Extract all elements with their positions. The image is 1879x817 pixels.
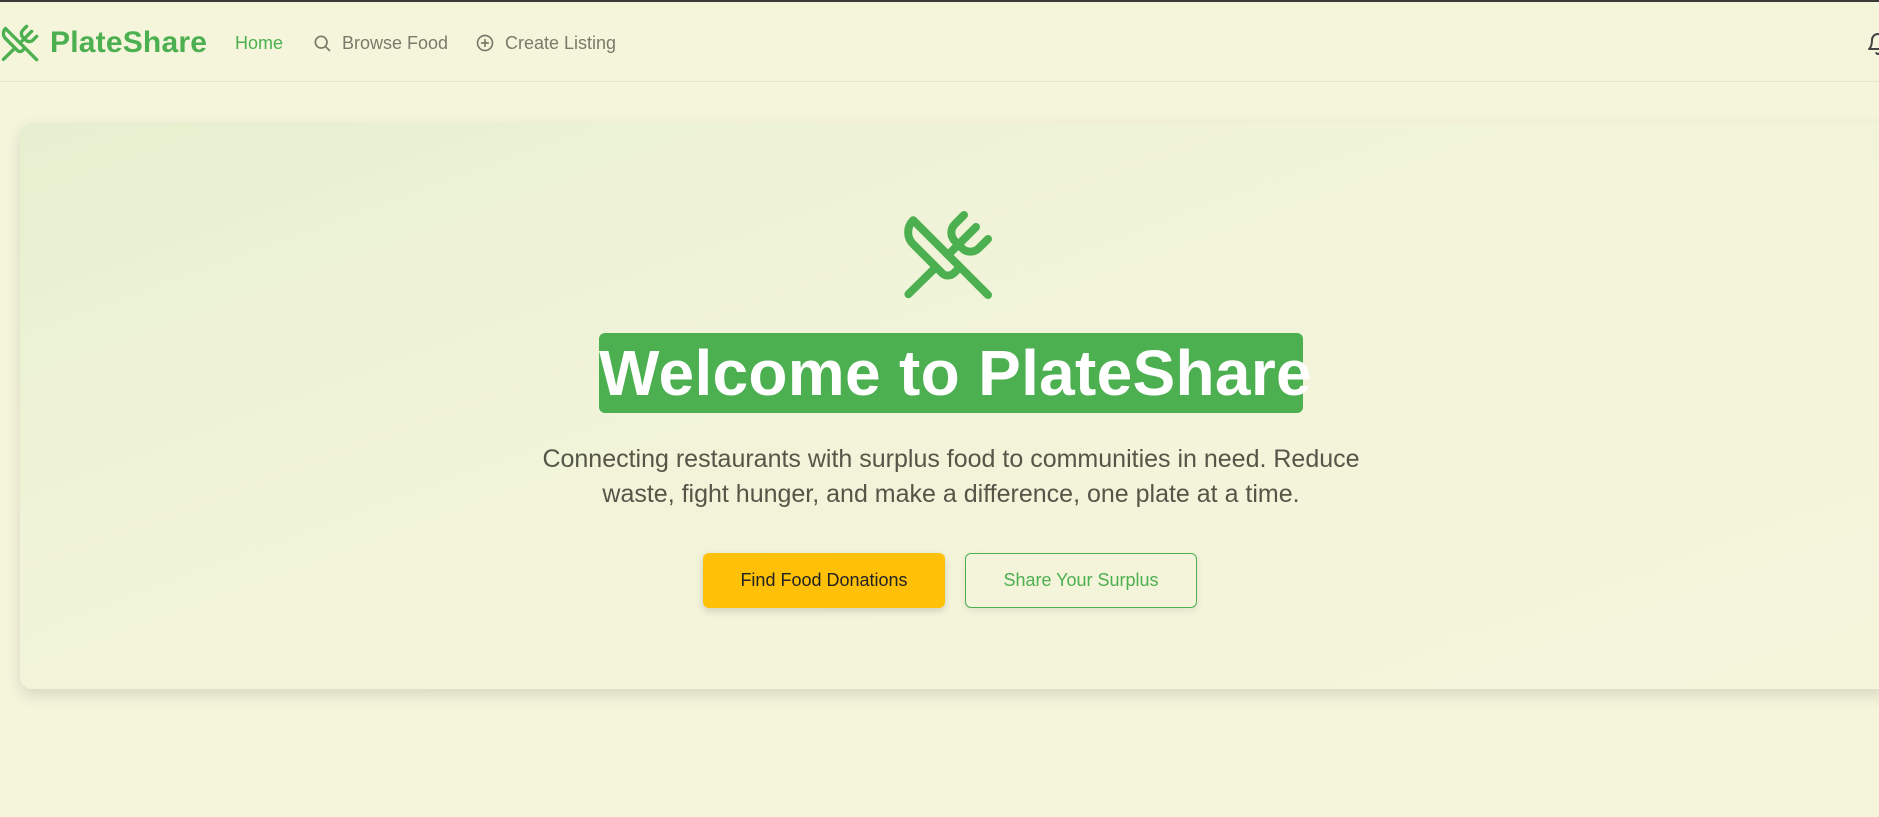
plus-circle-icon	[475, 33, 495, 53]
bell-icon[interactable]	[1866, 32, 1879, 56]
hero-title: Welcome to PlateShare	[599, 333, 1312, 413]
nav-create-listing-label: Create Listing	[505, 32, 617, 53]
brand-logo-link[interactable]: PlateShare	[0, 22, 207, 64]
nav-browse-food-label: Browse Food	[342, 32, 449, 53]
utensils-crossed-icon	[900, 207, 996, 303]
nav-create-listing[interactable]: Create Listing	[475, 30, 616, 56]
utensils-crossed-icon	[0, 23, 40, 63]
nav-home-label: Home	[235, 32, 284, 53]
find-food-donations-button[interactable]: Find Food Donations	[703, 553, 945, 608]
search-icon	[312, 33, 332, 53]
nav-home[interactable]: Home	[235, 30, 283, 56]
brand-name: PlateShare	[50, 26, 208, 59]
share-your-surplus-button[interactable]: Share Your Surplus	[965, 553, 1197, 608]
nav-browse-food[interactable]: Browse Food	[312, 30, 448, 56]
navbar: PlateShare Home Browse Food Create Listi…	[0, 2, 1879, 82]
hero-description: Connecting restaurants with surplus food…	[542, 445, 1360, 508]
